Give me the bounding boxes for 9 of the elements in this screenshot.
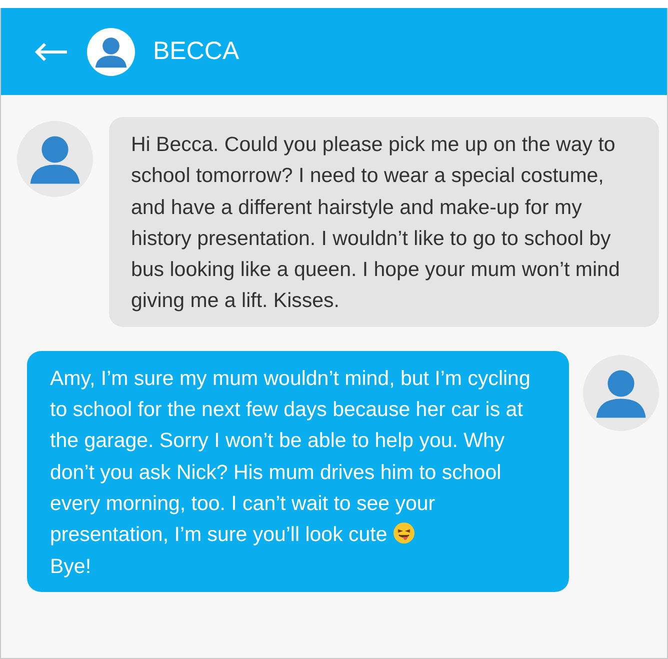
contact-name: BECCA — [153, 37, 240, 66]
message-text: presentation, I’m sure you’ll look cute — [50, 523, 388, 546]
emoji-icon — [393, 522, 416, 544]
avatar-icon — [583, 354, 659, 431]
avatar-icon — [87, 28, 135, 76]
message-text: Hi Becca. Could you please pick me up on the way to school tomorrow? I need to wear a special costume, and have a different hairstyle and make-up for my history presentation. I wouldn’t like to go to school by bus looking like a queen. I hope your mum won’t mind giving me a lift. Kisses. — [131, 133, 620, 312]
back-arrow-icon[interactable] — [35, 42, 69, 62]
message-text: Bye! — [50, 554, 92, 578]
avatar-icon — [17, 121, 93, 197]
